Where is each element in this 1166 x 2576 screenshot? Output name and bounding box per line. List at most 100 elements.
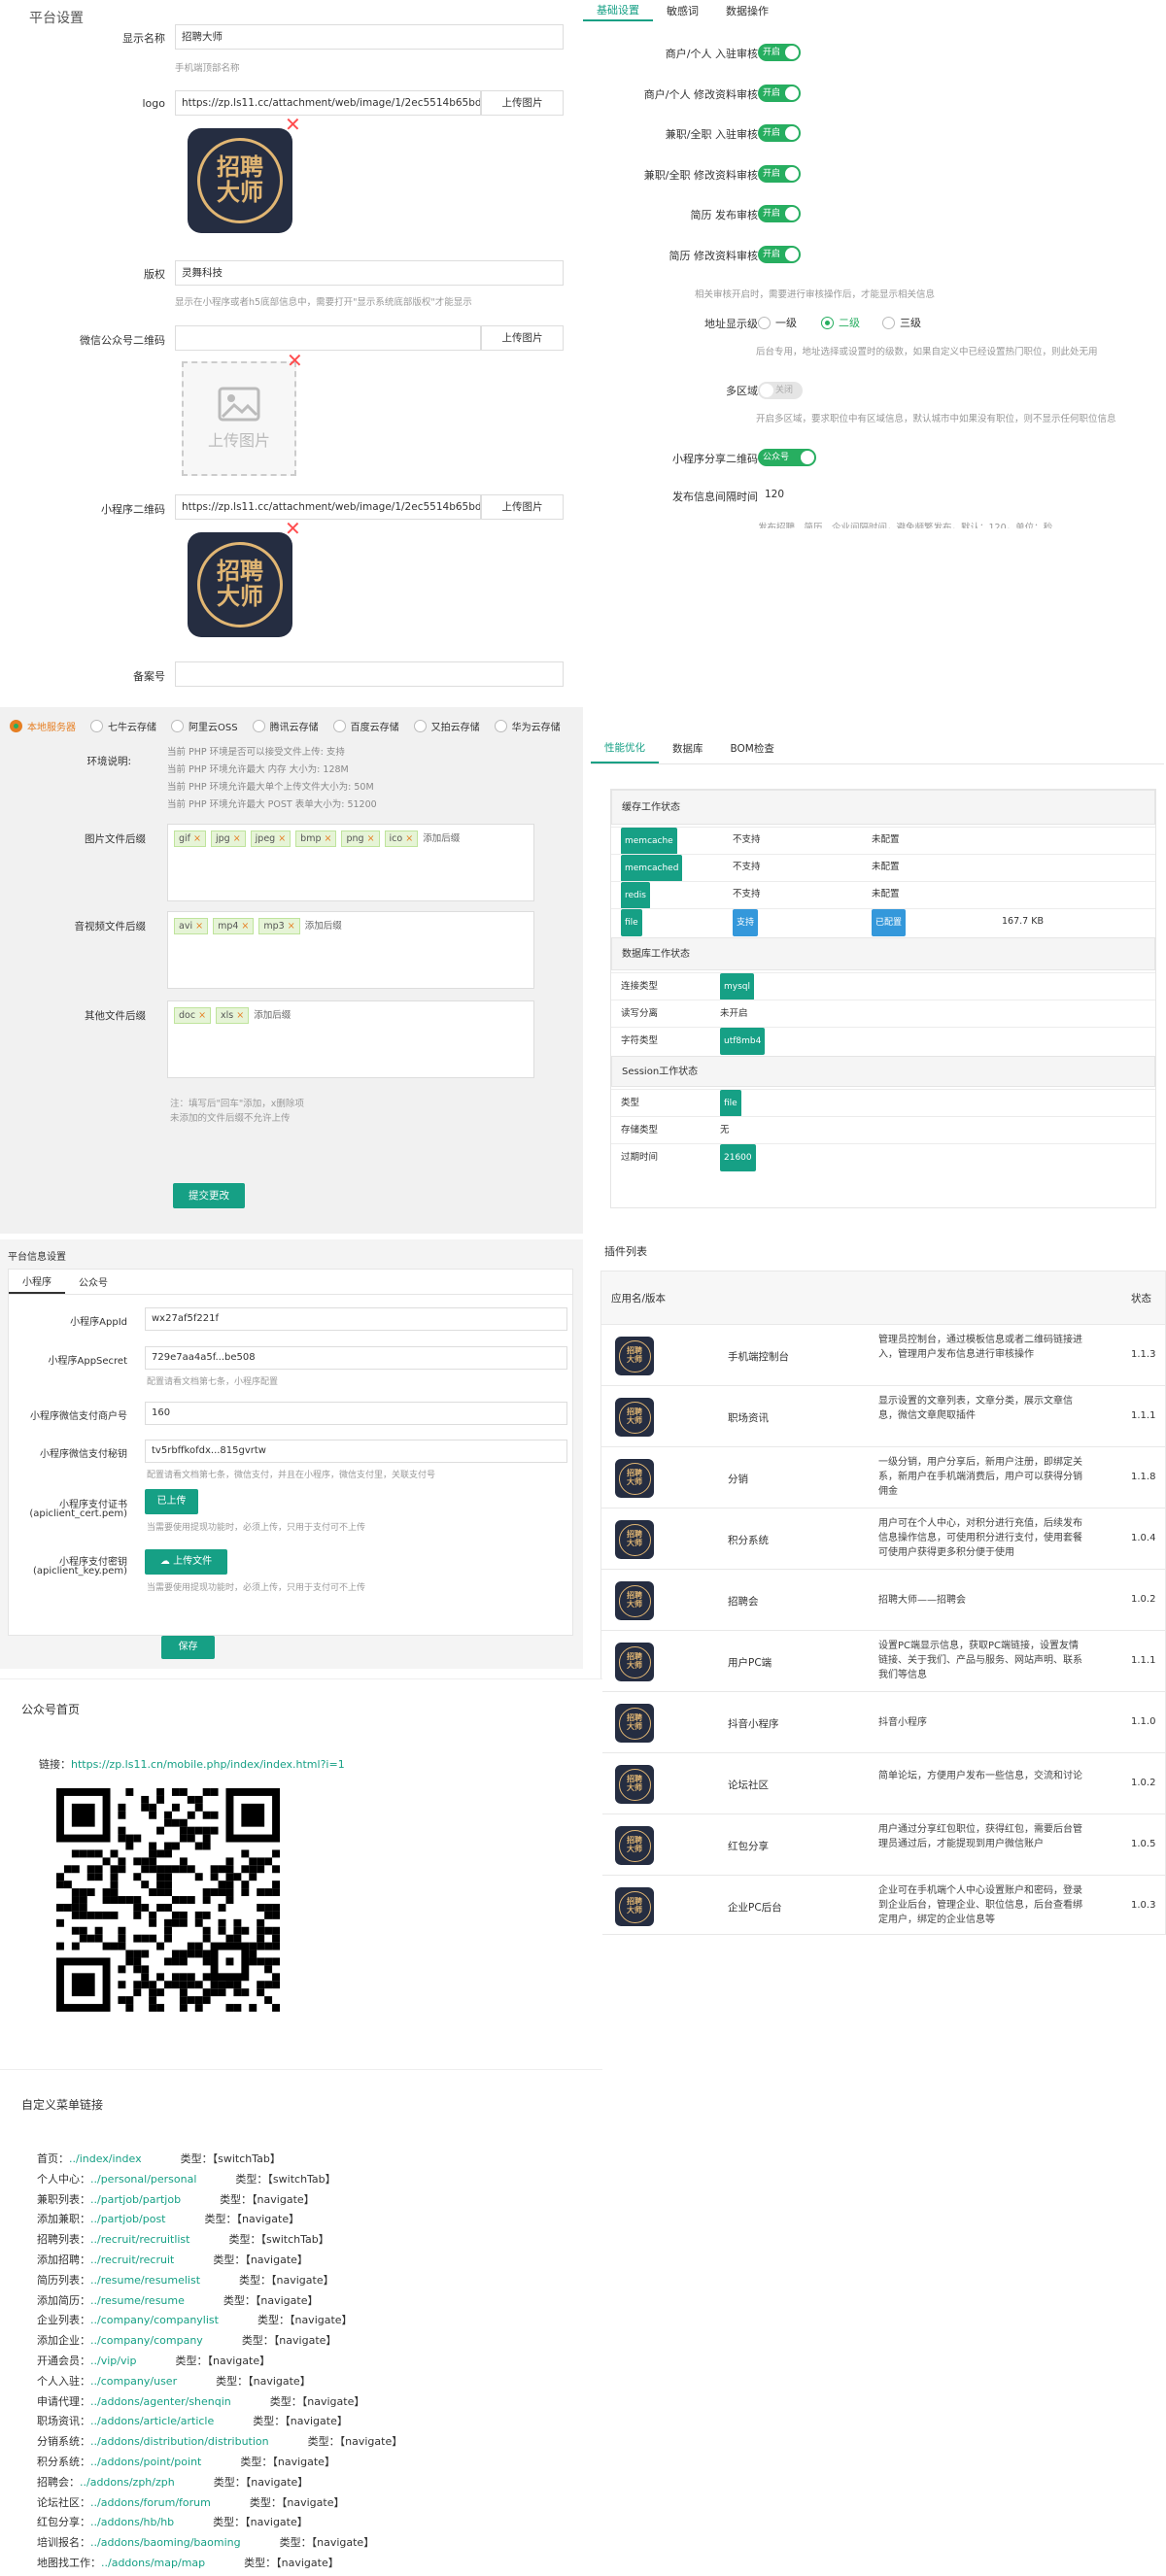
addr-level-2[interactable]: 二级 xyxy=(821,315,860,330)
plugin-row[interactable]: 招聘 大师 红包分享 用户通过分享红包职位，获得红包，需要后台管理员通过后，才能提现到… xyxy=(601,1813,1165,1875)
plugin-row[interactable]: 招聘 大师 企业PC后台 企业可在手机端个人中心设置账户和密码，登录到企业后台，管理企… xyxy=(601,1875,1165,1936)
tab-sensitive[interactable]: 敏感词 xyxy=(653,0,712,21)
storage-option[interactable]: 又拍云存储 xyxy=(413,719,480,733)
logo-url-input[interactable]: https://zp.ls11.cc/attachment/web/image/… xyxy=(175,90,481,116)
mini-qr-upload-button[interactable]: 上传图片 xyxy=(481,494,564,520)
tab-miniprogram[interactable]: 小程序 xyxy=(9,1270,65,1294)
audit-switch[interactable]: 开启 xyxy=(758,245,801,263)
plugin-row[interactable]: 招聘 大师 招聘会 招聘大师——招聘会 1.0.2 xyxy=(601,1569,1165,1630)
storage-option[interactable]: 腾讯云存储 xyxy=(252,719,319,733)
share-qr-switch[interactable]: 公众号 xyxy=(758,449,816,466)
link-url[interactable]: https://zp.ls11.cn/mobile.php/index/inde… xyxy=(71,1758,345,1771)
menu-link-path[interactable]: ../personal/personal xyxy=(90,2173,196,2186)
menu-link-path[interactable]: ../addons/forum/forum xyxy=(90,2496,211,2509)
remove-mini-qr-icon[interactable]: ✕ xyxy=(285,519,301,538)
menu-link-path[interactable]: ../recruit/recruit xyxy=(90,2254,174,2266)
add-suffix-input[interactable]: 添加后缀 xyxy=(254,1007,291,1024)
appid-input[interactable]: wx27af5f221f xyxy=(145,1307,567,1331)
interval-input[interactable]: 120 xyxy=(758,482,1166,507)
plugin-row[interactable]: 招聘 大师 用户PC端 设置PC端显示信息，获取PC端链接，设置友情链接、关于我们、产… xyxy=(601,1630,1165,1691)
tab-bom[interactable]: BOM检查 xyxy=(717,733,788,763)
menu-link-path[interactable]: ../addons/agenter/shenqin xyxy=(90,2395,231,2408)
tab-basic[interactable]: 基础设置 xyxy=(583,0,653,21)
menu-link-path[interactable]: ../addons/zph/zph xyxy=(80,2476,175,2489)
storage-option[interactable]: 本地服务器 xyxy=(10,719,76,733)
add-suffix-input[interactable]: 添加后缀 xyxy=(305,918,342,934)
tab-perf[interactable]: 性能优化 xyxy=(591,733,659,763)
menu-link-path[interactable]: ../partjob/post xyxy=(90,2213,166,2225)
plugin-row[interactable]: 招聘 大师 分销 一级分销，用户分享后，新用户注册，即绑定关系，新用户在手机端消费后，… xyxy=(601,1446,1165,1508)
menu-link-path[interactable]: ../addons/baoming/baoming xyxy=(90,2536,241,2549)
secret-input[interactable]: 729e7aa4a5f...be508 xyxy=(145,1346,567,1370)
storage-option[interactable]: 华为云存储 xyxy=(494,719,561,733)
cert-upload-button[interactable]: 已上传 xyxy=(145,1489,198,1514)
menu-link-row: 地图找工作：../addons/map/map 类型：【navigate】 xyxy=(37,2555,339,2570)
remove-tag-icon[interactable]: × xyxy=(195,921,203,932)
audit-switch[interactable]: 开启 xyxy=(758,164,801,183)
menu-link-path[interactable]: ../resume/resumelist xyxy=(90,2274,200,2287)
menu-link-path[interactable]: ../company/company xyxy=(90,2334,203,2347)
submit-button[interactable]: 提交更改 xyxy=(173,1183,245,1208)
remove-tag-icon[interactable]: × xyxy=(233,833,241,844)
plugin-row[interactable]: 招聘 大师 积分系统 用户可在个人中心，对积分进行充值，后续发布信息操作信息，可使用积… xyxy=(601,1508,1165,1569)
remove-logo-icon[interactable]: ✕ xyxy=(285,115,301,134)
remove-tag-icon[interactable]: × xyxy=(198,1010,206,1021)
key-input[interactable]: tv5rbffkofdx...815gvrtw xyxy=(145,1440,567,1463)
plugin-row[interactable]: 招聘 大师 抖音小程序 抖音小程序 1.1.0 xyxy=(601,1691,1165,1752)
menu-link-path[interactable]: ../addons/hb/hb xyxy=(90,2516,174,2528)
wx-qr-upload-button[interactable]: 上传图片 xyxy=(481,325,564,351)
storage-option[interactable]: 阿里云OSS xyxy=(171,719,238,733)
addr-level-1[interactable]: 一级 xyxy=(758,315,797,330)
remove-tag-icon[interactable]: × xyxy=(241,921,249,932)
menu-link-path[interactable]: ../addons/distribution/distribution xyxy=(90,2435,269,2448)
icp-input[interactable] xyxy=(175,661,564,687)
av-suffix-box[interactable]: avi × mp4 × mp3 × 添加后缀 xyxy=(167,911,534,989)
remove-wx-qr-icon[interactable]: ✕ xyxy=(287,351,303,370)
multi-region-switch[interactable]: 关闭 xyxy=(758,382,803,399)
suffix-tag-text: jpeg xyxy=(255,833,276,844)
mch-input[interactable]: 160 xyxy=(145,1402,567,1425)
remove-tag-icon[interactable]: × xyxy=(193,833,201,844)
tab-data[interactable]: 数据操作 xyxy=(712,0,782,21)
plugin-row[interactable]: 招聘 大师 职场资讯 显示设置的文章列表，文章分类，展示文章信息，微信文章爬取插件 1.… xyxy=(601,1385,1165,1446)
qr-module xyxy=(141,1949,150,1958)
menu-link-path[interactable]: ../addons/point/point xyxy=(90,2456,201,2468)
remove-tag-icon[interactable]: × xyxy=(367,833,375,844)
logo-upload-button[interactable]: 上传图片 xyxy=(481,90,564,116)
keyfile-upload-button[interactable]: ☁ 上传文件 xyxy=(145,1549,227,1575)
menu-link-path[interactable]: ../addons/article/article xyxy=(90,2415,214,2427)
audit-switch[interactable]: 开启 xyxy=(758,84,801,102)
storage-option[interactable]: 七牛云存储 xyxy=(90,719,156,733)
remove-tag-icon[interactable]: × xyxy=(325,833,332,844)
mini-qr-url-input[interactable]: https://zp.ls11.cc/attachment/web/image/… xyxy=(175,494,481,520)
audit-switch[interactable]: 开启 xyxy=(758,44,801,61)
tab-database[interactable]: 数据库 xyxy=(659,733,717,763)
menu-link-path[interactable]: ../index/index xyxy=(69,2152,142,2165)
img-suffix-box[interactable]: gif × jpg × jpeg × bmp × png × ico × 添加后缀 xyxy=(167,824,534,901)
wx-qr-input[interactable] xyxy=(175,325,481,351)
remove-tag-icon[interactable]: × xyxy=(405,833,413,844)
remove-tag-icon[interactable]: × xyxy=(278,833,286,844)
audit-switch[interactable]: 开启 xyxy=(758,124,801,142)
addr-level-3[interactable]: 三级 xyxy=(882,315,921,330)
wx-qr-placeholder[interactable]: 上传图片 xyxy=(182,361,296,476)
add-suffix-input[interactable]: 添加后缀 xyxy=(423,830,460,847)
storage-option[interactable]: 百度云存储 xyxy=(332,719,399,733)
menu-link-path[interactable]: ../company/user xyxy=(90,2375,177,2388)
menu-link-path[interactable]: ../partjob/partjob xyxy=(90,2193,181,2206)
menu-link-path[interactable]: ../addons/map/map xyxy=(101,2557,205,2569)
remove-tag-icon[interactable]: × xyxy=(236,1010,244,1021)
remove-tag-icon[interactable]: × xyxy=(288,921,295,932)
display-name-input[interactable]: 招聘大师 xyxy=(175,24,564,50)
plugin-row[interactable]: 招聘 大师 手机端控制台 管理员控制台，通过模板信息或者二维码链接进入，管理用户发布信… xyxy=(601,1324,1165,1385)
plugin-row[interactable]: 招聘 大师 论坛社区 简单论坛，方便用户发布一些信息，交流和讨论 1.0.2 xyxy=(601,1752,1165,1813)
copyright-input[interactable]: 灵舞科技 xyxy=(175,260,564,286)
tab-official[interactable]: 公众号 xyxy=(65,1270,121,1294)
menu-link-path[interactable]: ../recruit/recruitlist xyxy=(90,2233,189,2246)
audit-switch[interactable]: 开启 xyxy=(758,205,801,222)
menu-link-path[interactable]: ../company/companylist xyxy=(90,2314,219,2326)
menu-link-path[interactable]: ../resume/resume xyxy=(90,2294,185,2307)
menu-link-path[interactable]: ../vip/vip xyxy=(90,2355,137,2367)
other-suffix-box[interactable]: doc × xls × 添加后缀 xyxy=(167,1000,534,1078)
pay-save-button[interactable]: 保存 xyxy=(161,1636,215,1659)
